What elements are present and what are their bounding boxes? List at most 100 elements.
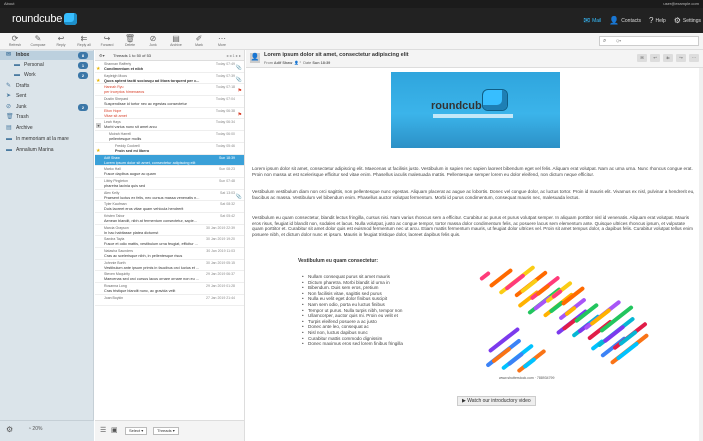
thread-expand-icon[interactable]: ▾ [96,123,101,129]
message-row[interactable]: ▾ Leah Hays Morbi varius nunc sit amet arc… [95,119,244,132]
toolbar-reply-button[interactable]: ↩ Reply [50,34,72,49]
toolbar-delete-button[interactable]: 🗑 Delete [119,34,141,49]
trash-icon: 🗑 [124,34,136,43]
preview-scrollbar[interactable] [699,68,703,441]
task-help[interactable]: ? Help [647,17,668,25]
select-label: Select [129,428,141,433]
search-placeholder: Q▾ [616,38,622,43]
toolbar-junk-button[interactable]: ⊘ Junk [142,34,164,49]
folder-personal[interactable]: ▬ Personal 1 [0,61,94,70]
message-date: Today 06:00 [215,132,235,137]
folder-junk[interactable]: ⊘ Junk 2 [0,103,94,112]
message-row[interactable]: Johnnie Borth Vestibulum ante ipsum primi… [95,260,244,272]
headers-toggle-icon[interactable]: ✉ [637,54,647,62]
message-row[interactable]: Alex Kelly Praesent luctus ex felis, nec … [95,190,244,202]
message-sender: Rosanna Long [104,284,127,289]
sender-avatar: 👤 [250,53,260,63]
folder-trash[interactable]: 🗑 Trash [0,113,94,122]
message-date: Today 07:04 [215,97,235,102]
forward-icon[interactable]: ↪ [676,54,686,62]
folder-archive[interactable]: ▤ Archive [0,124,94,133]
select-menu-button[interactable]: Select ▾ [125,427,148,435]
pagination[interactable]: ◂ ◂ 1 ▸ ▸ [226,50,241,61]
folder-in-memoriam-at-la-mare[interactable]: ▬ In memoriam at la mare [0,135,94,144]
quick-search-input[interactable]: ⌕ Q▾ [599,36,699,46]
watch-video-link[interactable]: ▶ Watch our introductory video [457,396,536,406]
message-row[interactable]: Kristen Tabor Aenean blandit, nibh at fer… [95,213,244,225]
toolbar-refresh-button[interactable]: ⟳ Refresh [4,34,26,49]
message-row[interactable]: Natasha Saunders Cras ac scelerisque nibh… [95,248,244,260]
message-date: 30 Jan 2019 22:39 [206,225,235,230]
message-subject: Proin sed mi libero [115,148,150,153]
task-mail[interactable]: ✉ Mail [581,17,603,25]
body-subheading: Vestibulum eu quam consectetur: [298,258,379,264]
message-date: 30 Jan 2019 05:15 [206,260,235,265]
message-row[interactable]: Tyler Kaufman Duis laoreet eros vitae qua… [95,201,244,213]
folder-sent[interactable]: ➤ Sent [0,92,94,101]
colorful-artwork-image: www.shutterstock.com · 788934799 [459,264,650,380]
folder-settings-gear-icon[interactable]: ⚙ [6,425,13,434]
message-row[interactable]: Adif Shaw Lorem ipsum dolor sit amet, con… [95,154,244,167]
message-row[interactable]: Joan Boykin 27 Jan 2019 21:44 [95,295,244,307]
toolbar-label: Forward [100,43,114,47]
folder-drafts[interactable]: ✎ Drafts [0,82,94,91]
message-row[interactable]: ★ Freddy Cockrell Proin sed mi libero Today… [95,143,244,155]
toolbar-reply-all-button[interactable]: ⇇ Reply all [73,34,95,49]
reply-icon: ↩ [57,34,65,43]
app-logo[interactable]: roundcube [12,13,78,26]
list-layout-icon[interactable]: ☰ [100,426,106,434]
message-row[interactable]: ★ Kayleigh Moos Quos aptent taciti sociosq… [95,73,244,85]
reply-icon[interactable]: ↩ [650,54,660,62]
toolbar-forward-button[interactable]: ↪ Forward [96,34,118,49]
attachment-icon: 📎 [235,193,242,200]
star-icon[interactable]: ★ [96,66,100,72]
forward-icon: ↪ [103,34,111,43]
user-label: user@example.com [663,1,699,6]
list-widescreen-icon[interactable]: ▣ [111,426,118,434]
message-sender: Joan Boykin [104,295,124,300]
folder-annalium-marina[interactable]: ▬ Annalium Marina [0,146,94,155]
more-actions-icon[interactable]: ⋯ [689,54,699,62]
message-row[interactable]: ★ Shannan Rafferty Condimentum et nibh Toda… [95,61,244,73]
threads-menu-button[interactable]: Threads ▾ [153,427,179,435]
folder-work[interactable]: ▬ Work 2 [0,71,94,80]
roundcube-app: About user@example.com roundcube ✉ Mail 👤 C… [0,0,703,441]
message-row[interactable]: Sandra Tayla Fusce et odio mattis, vestib… [95,236,244,248]
message-date: Sun 08:23 [219,167,235,172]
trash-icon: 🗑 [6,114,14,120]
message-row[interactable]: Libby Pingleton pharetra lacinia quis sed… [95,178,244,190]
toolbar-compose-button[interactable]: ✎ Compose [27,34,49,49]
message-sender: Sandra Tayla [104,237,125,242]
logo-text: roundcube [12,13,63,25]
message-row[interactable]: Moirah Harrell pellentesque mollis Today 0… [95,131,244,143]
toolbar-mark-button[interactable]: ✐ Mark [188,34,210,49]
message-row[interactable]: Elton Hope Vitae sit amet Today 06:38 ⚑ [95,108,244,120]
message-list-footer: ☰ ▣ Select ▾ Threads ▾ [95,420,245,441]
toolbar-more-button[interactable]: ⋯ More [211,34,233,49]
add-contact-icon[interactable]: 👤⁺ [294,61,301,65]
reply-all-icon[interactable]: ⇇ [663,54,673,62]
message-subject: Vitae sit amet [104,113,127,118]
toolbar-archive-button[interactable]: ▤ Archive [165,34,187,49]
folder-icon: ▬ [14,62,20,68]
star-icon[interactable]: ★ [96,78,100,84]
folder-label: Archive [16,125,33,131]
body-paragraph-3: Vestibulum eu quam consectetur, blandit … [252,215,693,237]
folder-inbox[interactable]: ✉ Inbox 8 [0,51,94,60]
star-icon[interactable]: ★ [96,148,100,154]
list-options-icon[interactable]: ⚙▾ [99,50,105,61]
task-contacts[interactable]: 👤 Contacts [607,17,643,25]
sender-name[interactable]: Adif Shaw [274,61,292,65]
logo-cube-icon [64,13,78,26]
message-row[interactable]: Steven Mcquirity Maecenas sed orci cursus… [95,271,244,284]
message-row[interactable]: Hannah Ryu per inceptos himenaeos Today 07… [95,84,244,97]
message-row[interactable]: Marko Hall Fusce dapibus augue ac quam Sun… [95,166,244,178]
about-link[interactable]: About [4,0,14,8]
message-date: Today 06:34 [215,120,235,125]
message-row[interactable]: Dustin Shepard Suspendisse id tortor nec … [95,96,244,108]
task-settings[interactable]: ⚙ Settings [672,17,703,25]
task-label: Contacts [621,18,641,24]
toolbar-label: Refresh [8,43,22,47]
message-row[interactable]: Rosanna Long Cras tristique blandit nunc,… [95,283,244,295]
message-row[interactable]: Marcia Grayson In hac habitasse platea di… [95,225,244,237]
